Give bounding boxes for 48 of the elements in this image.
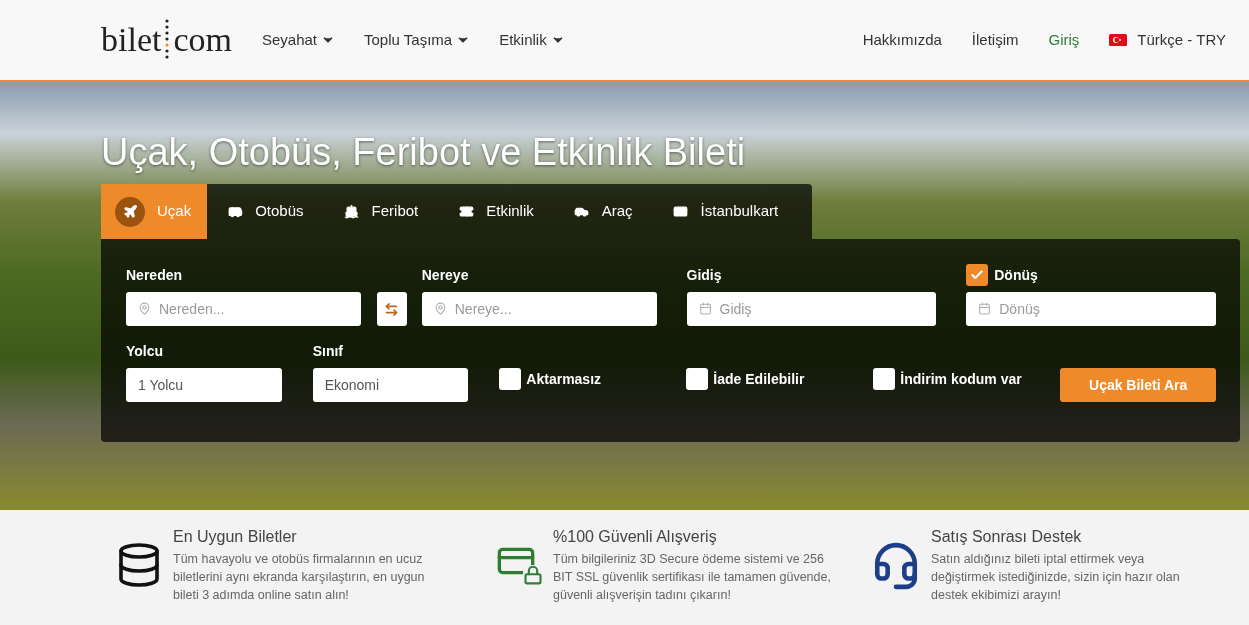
option-label: İndirim kodum var: [900, 369, 1022, 389]
calendar-icon: [978, 302, 992, 315]
feature-title: En Uygun Biletler: [173, 527, 298, 547]
input-field[interactable]: Nereden...: [126, 292, 361, 326]
checkbox[interactable]: [966, 264, 989, 286]
nav-link[interactable]: Hakkımızda: [862, 28, 942, 52]
nav-menu-link[interactable]: Seyahat: [262, 28, 336, 52]
input-field[interactable]: Dönüş: [966, 292, 1216, 326]
feature-description: Satın aldığınız bileti iptal ettirmek veya değiştirmek istediğinizde, sizin için hazır olan destek ekibimizi arayın!: [931, 551, 1181, 604]
location-pin-icon: [138, 302, 151, 315]
feature-description: Tüm havayolu ve otobüs firmalarının en ucuz biletlerini aynı ekranda karşılaştırın, en uygun bileti 3 adımda online satın alın!: [173, 551, 426, 604]
flag-icon: [1109, 34, 1128, 46]
checkbox[interactable]: [686, 368, 709, 390]
field-label: Gidiş: [686, 266, 723, 284]
field-label: Dönüş: [994, 265, 1038, 285]
nav-menu-link[interactable]: Toplu Taşıma: [364, 28, 471, 52]
field-label: Nereden: [126, 266, 184, 284]
swap-arrows-icon: [384, 301, 400, 317]
feature-title: Satış Sonrası Destek: [931, 527, 1083, 547]
input-field[interactable]: Ekonomi: [312, 368, 469, 402]
field-label: Yolcu: [126, 342, 165, 360]
feature-description: Tüm bilgileriniz 3D Secure ödeme sistemi ve 256 BIT SSL güvenlik sertifikası ile tamamen güvende, güvenli alışverişin tadını çıkarın!: [553, 551, 832, 604]
plane-icon: [115, 196, 145, 227]
checkbox[interactable]: [499, 368, 522, 390]
site-logo[interactable]: bilet com: [101, 19, 232, 61]
transport-tab[interactable]: Etkinlik: [438, 184, 554, 239]
nav-menu-link[interactable]: Etkinlik: [499, 28, 565, 52]
option-label: Aktarmasız: [526, 369, 602, 389]
transport-tab[interactable]: Feribot: [323, 184, 439, 239]
field-label: Nereye: [421, 266, 470, 284]
hero-title: Uçak, Otobüs, Feribot ve Etkinlik Bileti: [101, 130, 747, 174]
nav-link[interactable]: İletişim: [971, 28, 1019, 52]
check-icon: [970, 268, 985, 282]
field-label: Sınıf: [312, 342, 344, 360]
input-field[interactable]: Nereye...: [421, 292, 657, 326]
login-link[interactable]: Giriş: [1048, 28, 1080, 52]
input-field[interactable]: Gidiş: [686, 292, 937, 326]
transport-tab[interactable]: İstanbulkart: [652, 184, 799, 239]
option-label: İade Edilebilir: [713, 369, 805, 389]
language-selector[interactable]: Türkçe - TRY: [1109, 28, 1226, 52]
calendar-icon: [698, 302, 712, 315]
feature-title: %100 Güvenli Alışveriş: [553, 527, 718, 547]
input-field[interactable]: 1 Yolcu: [126, 368, 282, 402]
checkbox[interactable]: [873, 368, 896, 390]
transport-tab[interactable]: Araç: [553, 184, 653, 239]
transport-tab[interactable]: Otobüs: [207, 184, 324, 239]
location-pin-icon: [433, 302, 447, 315]
swap-button[interactable]: [376, 292, 407, 326]
